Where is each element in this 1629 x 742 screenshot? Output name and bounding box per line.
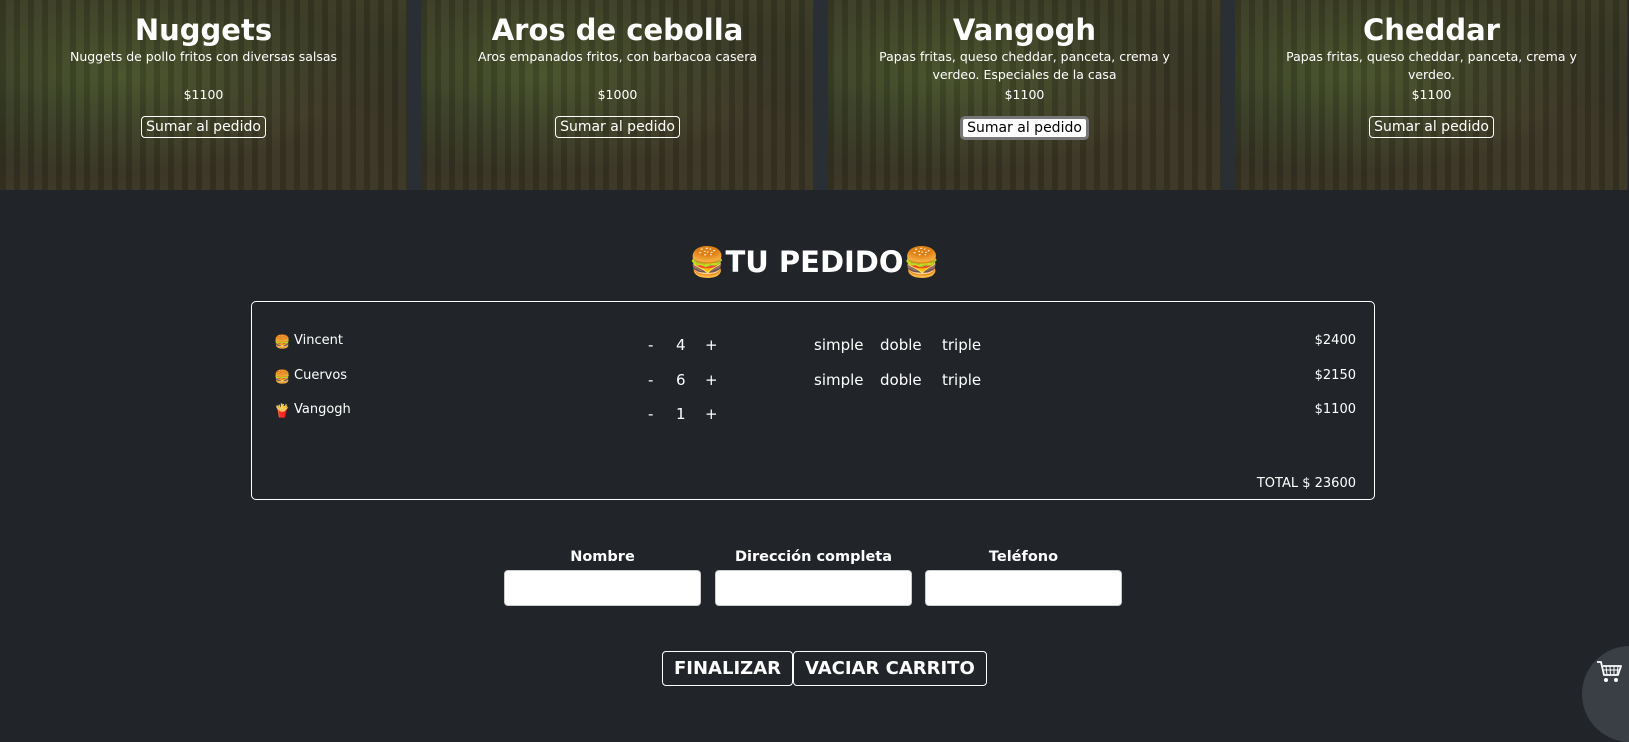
product-price: $1000 (597, 87, 638, 102)
option-triple[interactable]: triple (942, 371, 981, 389)
item-name: Cuervos (294, 368, 348, 383)
name-input[interactable] (504, 570, 701, 606)
item-price: $1100 (1314, 402, 1356, 417)
address-input[interactable] (715, 570, 912, 606)
order-row: 🍔 Vincent - 4 + simple doble triple $240… (252, 333, 1374, 363)
burger-icon: 🍔 (274, 335, 291, 350)
product-description: Papas fritas, queso cheddar, panceta, cr… (879, 49, 1170, 82)
product-card-aros: Aros de cebolla Aros empanados fritos, c… (407, 0, 814, 190)
clear-cart-button[interactable]: VACIAR CARRITO (793, 651, 987, 686)
option-doble[interactable]: doble (880, 371, 922, 389)
name-field-group: Nombre (504, 546, 701, 606)
order-title: TU PEDIDO (725, 245, 904, 279)
option-triple[interactable]: triple (942, 336, 981, 354)
product-price: $1100 (183, 87, 224, 102)
decrease-quantity-button[interactable]: - (648, 405, 653, 423)
order-row: 🍟 Vangogh - 1 + $1100 (252, 402, 1374, 432)
product-title: Cheddar (1363, 13, 1500, 47)
decrease-quantity-button[interactable]: - (648, 336, 653, 354)
order-heading: 🍔TU PEDIDO🍔 (0, 240, 1629, 284)
order-row: 🍔 Cuervos - 6 + simple doble triple $215… (252, 368, 1374, 398)
add-to-order-button[interactable]: Sumar al pedido (1369, 116, 1494, 138)
product-description: Nuggets de pollo fritos con diversas sal… (69, 49, 338, 64)
finish-button[interactable]: FINALIZAR (662, 651, 793, 686)
product-title: Aros de cebolla (491, 13, 744, 47)
product-card-cheddar: Cheddar Papas fritas, queso cheddar, pan… (1221, 0, 1628, 190)
fries-icon: 🍟 (274, 404, 291, 419)
product-card-nuggets: Nuggets Nuggets de pollo fritos con dive… (0, 0, 407, 190)
product-strip: Nuggets Nuggets de pollo fritos con dive… (0, 0, 1629, 190)
order-summary: 🍔 Vincent - 4 + simple doble triple $240… (251, 301, 1375, 500)
product-description: Aros empanados fritos, con barbacoa case… (477, 49, 758, 64)
address-label: Dirección completa (734, 549, 893, 565)
add-to-order-button[interactable]: Sumar al pedido (141, 116, 266, 138)
phone-input[interactable] (925, 570, 1122, 606)
add-to-order-button[interactable]: Sumar al pedido (555, 116, 680, 138)
product-card-vangogh: Vangogh Papas fritas, queso cheddar, pan… (814, 0, 1221, 190)
name-label: Nombre (570, 549, 635, 565)
item-price: $2150 (1314, 368, 1356, 383)
product-title: Vangogh (952, 13, 1097, 47)
cart-button[interactable] (1582, 646, 1629, 742)
order-total: TOTAL $ 23600 (1256, 476, 1356, 491)
cart-icon (1597, 661, 1622, 682)
increase-quantity-button[interactable]: + (705, 336, 718, 354)
increase-quantity-button[interactable]: + (705, 405, 718, 423)
option-doble[interactable]: doble (880, 336, 922, 354)
option-simple[interactable]: simple (814, 371, 864, 389)
burger-icon: 🍔 (274, 370, 291, 385)
item-name: Vangogh (294, 402, 351, 417)
product-title: Nuggets (134, 13, 273, 47)
burger-icon: 🍔 (689, 245, 726, 279)
item-quantity: 6 (676, 371, 686, 389)
product-price: $1100 (1004, 87, 1045, 102)
product-description: Papas fritas, queso cheddar, panceta, cr… (1286, 49, 1577, 82)
item-quantity: 4 (676, 336, 686, 354)
decrease-quantity-button[interactable]: - (648, 371, 653, 389)
product-price: $1100 (1411, 87, 1452, 102)
address-field-group: Dirección completa (715, 546, 912, 606)
phone-field-group: Teléfono (925, 546, 1122, 606)
add-to-order-button[interactable]: Sumar al pedido (960, 116, 1089, 140)
option-simple[interactable]: simple (814, 336, 864, 354)
phone-label: Teléfono (988, 549, 1059, 565)
item-price: $2400 (1314, 333, 1356, 348)
increase-quantity-button[interactable]: + (705, 371, 718, 389)
burger-icon: 🍔 (903, 245, 940, 279)
item-quantity: 1 (676, 405, 686, 423)
item-name: Vincent (294, 333, 343, 348)
